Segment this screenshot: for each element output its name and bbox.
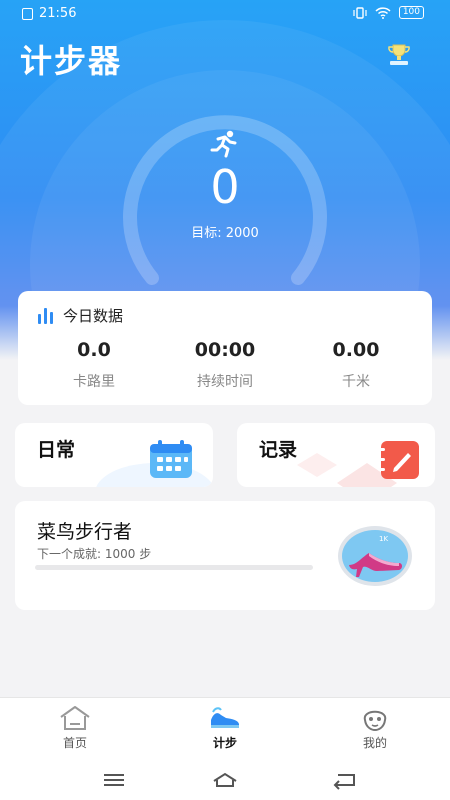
stat-label: 持续时间	[197, 374, 253, 390]
running-icon	[210, 130, 237, 158]
tab-steps[interactable]: 计步	[180, 704, 270, 751]
status-bar: 21:56 100	[0, 0, 450, 28]
tab-label: 我的	[362, 736, 387, 750]
record-tile[interactable]: 记录	[237, 423, 435, 487]
home-icon	[60, 706, 90, 730]
badge-text: 1K	[379, 535, 388, 543]
tab-label: 首页	[62, 736, 87, 750]
wifi-icon	[375, 6, 391, 19]
status-time: 21:56	[39, 6, 77, 21]
back-icon[interactable]	[330, 770, 358, 790]
stat-label: 千米	[342, 374, 370, 390]
bottom-tab-bar: 首页 计步 我的	[0, 697, 450, 760]
notification-icon	[22, 7, 33, 20]
achievement-subtitle: 下一个成就: 1000 步	[37, 547, 152, 561]
achievement-progress	[35, 565, 313, 570]
stat-value: 00:00	[194, 339, 256, 361]
high-heel-badge-icon: 1K	[338, 526, 412, 586]
today-data-card: 今日数据 0.0 卡路里 00:00 持续时间 0.00 千米	[18, 291, 432, 405]
stat-value: 0.0	[77, 339, 111, 361]
tab-home[interactable]: 首页	[30, 704, 120, 751]
tab-label: 计步	[212, 736, 237, 750]
step-goal: 目标: 2000	[191, 226, 259, 241]
home-nav-icon[interactable]	[211, 770, 239, 790]
record-label: 记录	[259, 439, 298, 461]
achievement-title: 菜鸟步行者	[37, 521, 133, 543]
stat-calories: 0.0 卡路里	[29, 339, 159, 391]
stat-distance: 0.00 千米	[291, 339, 421, 391]
stat-label: 卡路里	[73, 374, 115, 390]
bar-chart-icon	[38, 307, 53, 324]
page-title: 计步器	[20, 42, 123, 80]
notebook-icon	[378, 441, 419, 479]
profile-face-icon	[363, 710, 387, 732]
daily-label: 日常	[37, 439, 76, 461]
sneaker-icon	[211, 707, 239, 728]
vibrate-icon	[353, 6, 367, 19]
stat-value: 0.00	[332, 339, 380, 361]
trophy-icon[interactable]	[386, 42, 412, 68]
system-nav-bar	[0, 760, 450, 800]
stat-duration: 00:00 持续时间	[160, 339, 290, 391]
tab-mine[interactable]: 我的	[330, 704, 420, 751]
daily-tile[interactable]: 日常	[15, 423, 213, 487]
achievement-card[interactable]: 菜鸟步行者 下一个成就: 1000 步 1K	[15, 501, 435, 610]
today-title: 今日数据	[63, 307, 124, 325]
calendar-icon	[150, 440, 192, 478]
step-count: 0	[210, 160, 240, 214]
battery-icon: 100	[398, 6, 424, 19]
menu-icon[interactable]	[100, 770, 128, 790]
